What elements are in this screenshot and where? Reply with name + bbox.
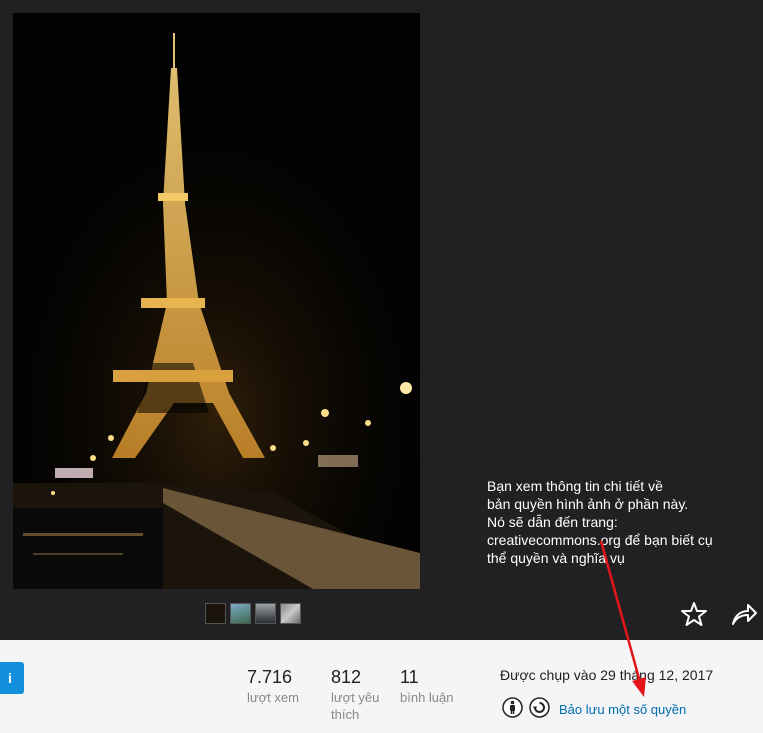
photo-info-bar: i 7.716 lượt xem 812 lượt yêu thích 11 b… [0, 640, 763, 733]
thumbnail[interactable] [255, 603, 276, 624]
main-photo[interactable] [13, 13, 420, 589]
comments-label: bình luận [400, 690, 454, 705]
license-link[interactable]: Bảo lưu một số quyền [559, 702, 686, 717]
photo-viewer: Bạn xem thông tin chi tiết về bản quyền … [0, 0, 763, 640]
views-label: lượt xem [247, 690, 299, 705]
views-count: 7.716 [247, 667, 293, 687]
share-alike-icon[interactable] [529, 697, 550, 718]
eiffel-tower-night-photo [13, 13, 420, 589]
favorites-stat: 812 lượt yêu thích [331, 666, 391, 723]
comments-stat: 11 bình luận [400, 666, 454, 706]
comments-count: 11 [400, 667, 419, 687]
favorites-label: lượt yêu thích [331, 690, 380, 722]
views-stat: 7.716 lượt xem [247, 666, 299, 706]
person-attribution-icon[interactable] [502, 697, 523, 718]
thumbnail[interactable] [205, 603, 226, 624]
follow-button[interactable]: i [0, 662, 24, 694]
annotation-note: Bạn xem thông tin chi tiết về bản quyền … [487, 478, 713, 566]
thumbnail[interactable] [230, 603, 251, 624]
thumbnail[interactable] [280, 603, 301, 624]
date-taken: Được chụp vào 29 tháng 12, 2017 [500, 667, 714, 683]
favorites-count: 812 [331, 667, 362, 687]
star-icon[interactable] [680, 600, 708, 628]
thumbnail-strip [205, 603, 301, 624]
share-arrow-icon[interactable] [730, 600, 758, 628]
